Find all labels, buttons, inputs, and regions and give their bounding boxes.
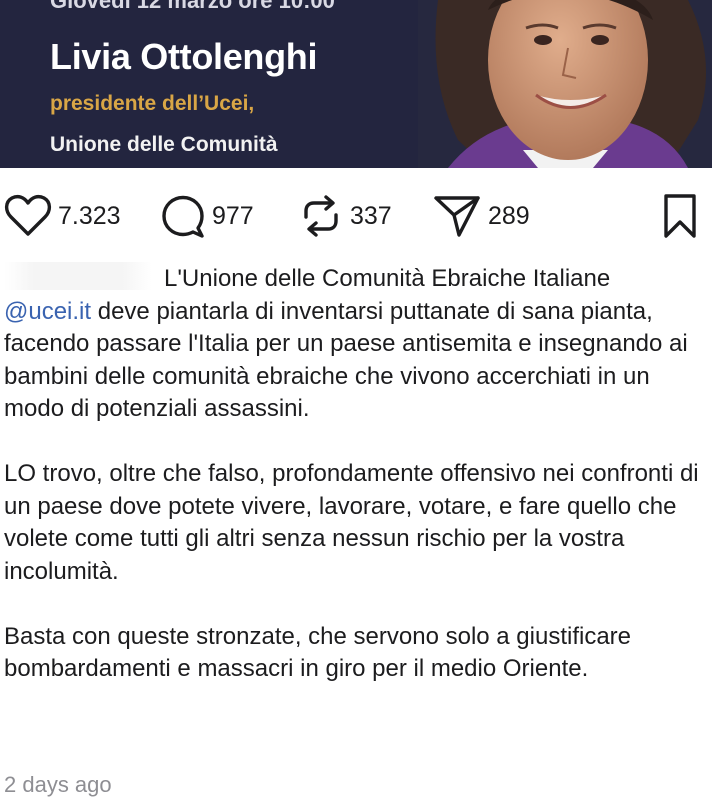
repost-count: 337 <box>350 201 392 230</box>
repost-button[interactable]: 337 <box>298 184 392 248</box>
speaker-portrait <box>418 0 712 168</box>
event-date: Giovedì 12 marzo ore 10:00 <box>50 0 335 13</box>
caption-paragraph-1: L'Unione delle Comunità Ebraiche Italian… <box>4 262 704 426</box>
comment-button[interactable]: 977 <box>160 184 254 248</box>
save-button[interactable] <box>660 184 700 248</box>
post-image[interactable]: Giovedì 12 marzo ore 10:00 Livia Ottolen… <box>0 0 712 168</box>
post-actions-bar: 7.323 977 337 289 <box>0 184 712 248</box>
heart-icon <box>4 194 52 236</box>
redacted-username <box>4 262 152 290</box>
caption-line-1: L'Unione delle Comunità Ebraiche Italian… <box>164 265 611 292</box>
caption-rest: deve piantarla di inventarsi puttanate d… <box>4 297 688 423</box>
post-caption: L'Unione delle Comunità Ebraiche Italian… <box>4 262 704 686</box>
share-icon <box>434 196 480 237</box>
share-button[interactable]: 289 <box>432 184 530 248</box>
speaker-name: Livia Ottolenghi <box>50 36 318 77</box>
mention-link[interactable]: @ucei.it <box>4 298 91 325</box>
comment-icon <box>162 195 204 238</box>
caption-paragraph-2: LO trovo, oltre che falso, profondamente… <box>4 460 699 585</box>
post-timestamp[interactable]: 2 days ago <box>4 772 112 798</box>
share-count: 289 <box>488 201 530 230</box>
like-button[interactable]: 7.323 <box>4 184 121 248</box>
caption-paragraph-3: Basta con queste stronzate, che servono … <box>4 622 632 683</box>
repost-icon <box>304 195 338 237</box>
speaker-org: Unione delle Comunità <box>50 133 278 156</box>
like-count: 7.323 <box>58 201 121 230</box>
comment-count: 977 <box>212 201 254 230</box>
bookmark-icon <box>664 194 696 238</box>
speaker-role: presidente dell’Ucei, <box>50 92 255 115</box>
